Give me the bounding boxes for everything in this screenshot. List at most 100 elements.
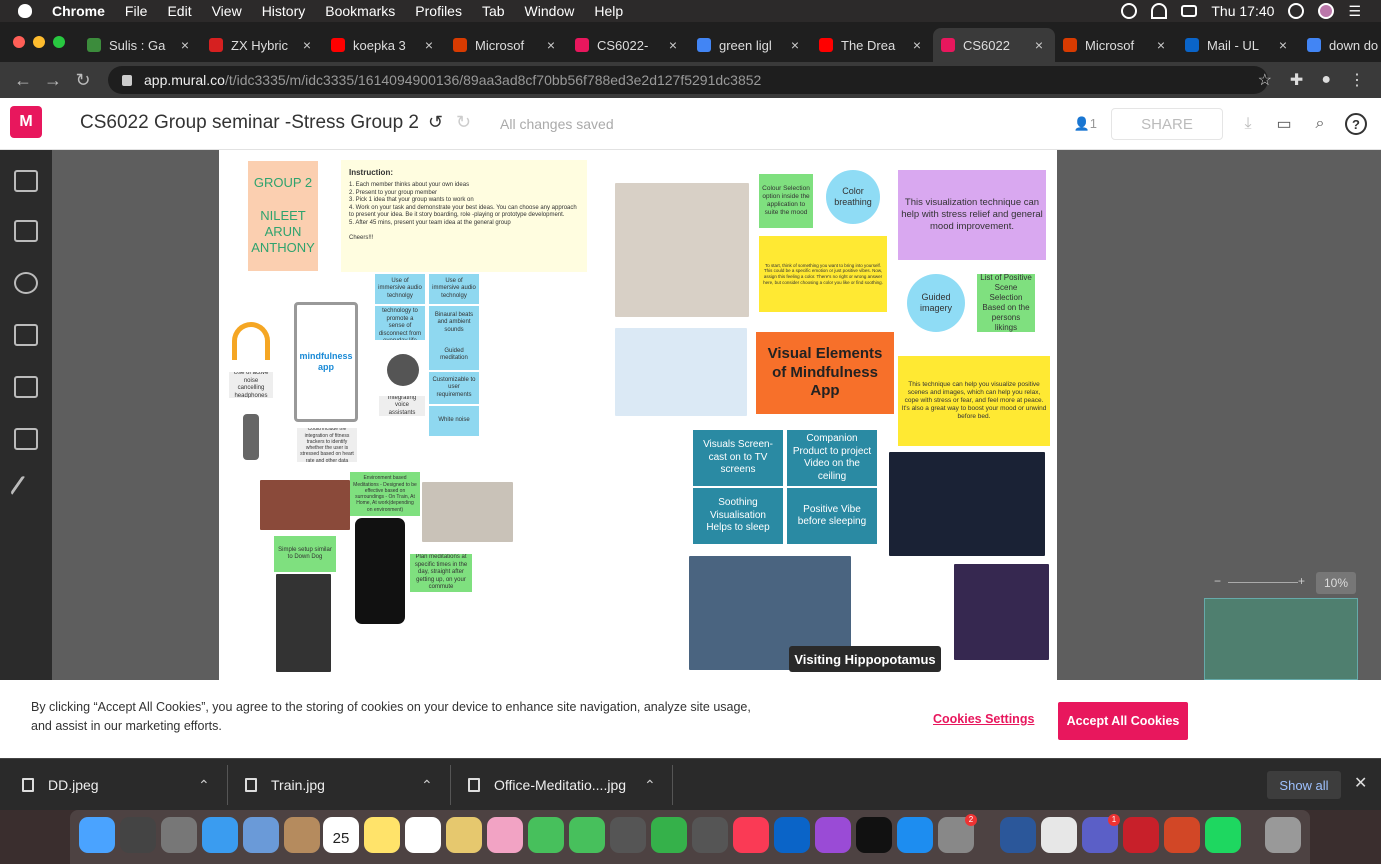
browser-tab[interactable]: CS6022- × <box>567 28 689 62</box>
collaborators-count[interactable]: 👤1 <box>1074 116 1097 132</box>
siri-app-icon[interactable] <box>120 817 156 853</box>
bookmark-star-icon[interactable]: ☆ <box>1258 70 1272 90</box>
browser-tab[interactable]: Mail - UL × <box>1177 28 1299 62</box>
frameworks-tool-icon[interactable] <box>14 324 38 346</box>
train-photo[interactable] <box>260 480 350 530</box>
minimap[interactable] <box>1204 598 1358 680</box>
file-upload-tool-icon[interactable] <box>14 428 38 450</box>
close-tab-icon[interactable]: × <box>421 37 437 53</box>
note-voice-assistants[interactable]: Integrating voice assistants <box>379 396 425 416</box>
address-bar[interactable]: app.mural.co/t/idc3335/m/idc3335/1614094… <box>108 66 1268 94</box>
lock-icon[interactable] <box>122 74 132 86</box>
download-icon[interactable]: ⤓ <box>1237 113 1259 135</box>
numbers-app-icon[interactable] <box>651 817 687 853</box>
download-item[interactable]: Office-Meditatio....jpg ⌃ <box>468 759 658 811</box>
iphone-mockup[interactable] <box>355 518 405 624</box>
sticky-note-tool-icon[interactable] <box>14 170 38 192</box>
notes-app-icon[interactable] <box>364 817 400 853</box>
browser-tab[interactable]: ZX Hybric × <box>201 28 323 62</box>
close-tab-icon[interactable]: × <box>1031 37 1047 53</box>
mural-title[interactable]: CS6022 Group seminar -Stress Group 2 <box>80 112 419 134</box>
note-white-noise[interactable]: White noise <box>429 406 479 436</box>
back-icon[interactable]: ← <box>8 70 38 91</box>
note-guided-meditation[interactable]: Guided meditation <box>429 340 479 370</box>
note-colour-selection[interactable]: Colour Selection option inside the appli… <box>759 174 813 228</box>
control-center-icon[interactable]: ☰ <box>1348 3 1361 20</box>
safari-app-icon[interactable] <box>202 817 238 853</box>
group-card[interactable]: GROUP 2 NILEET ARUN ANTHONY <box>248 161 318 271</box>
mail-app-icon[interactable] <box>243 817 279 853</box>
accept-all-cookies-button[interactable]: Accept All Cookies <box>1058 702 1188 740</box>
browser-tab[interactable]: Microsof × <box>445 28 567 62</box>
tv-screencast-image[interactable] <box>615 328 747 416</box>
filezilla-app-icon[interactable] <box>1123 817 1159 853</box>
browser-tab[interactable]: Sulis : Ga × <box>79 28 201 62</box>
note-visualization-technique[interactable]: This visualization technique can help wi… <box>898 170 1046 260</box>
note-soothing-visualisation[interactable]: Soothing Visualisation Helps to sleep <box>693 488 783 544</box>
menu-file[interactable]: File <box>125 3 148 19</box>
visual-elements-title[interactable]: Visual Elements of Mindfulness App <box>756 332 894 414</box>
spotlight-icon[interactable] <box>1288 3 1305 19</box>
close-window-icon[interactable] <box>13 36 25 48</box>
minimize-window-icon[interactable] <box>33 36 45 48</box>
unknown-app-icon[interactable] <box>610 817 646 853</box>
photos-app-icon[interactable] <box>487 817 523 853</box>
note-visualize-positive[interactable]: This technique can help you visualize po… <box>898 356 1050 446</box>
help-button[interactable]: ? <box>1345 113 1367 135</box>
close-tab-icon[interactable]: × <box>543 37 559 53</box>
zoom-window-icon[interactable] <box>53 36 65 48</box>
down-dog-screenshot[interactable] <box>276 574 331 672</box>
menu-view[interactable]: View <box>212 3 242 19</box>
contacts-app-icon[interactable] <box>284 817 320 853</box>
close-tab-icon[interactable]: × <box>1153 37 1169 53</box>
spotify-app-icon[interactable] <box>1205 817 1241 853</box>
browser-tab[interactable]: Microsof × <box>1055 28 1177 62</box>
note-active-noise[interactable]: Use of active noise cancelling headphone… <box>229 372 273 398</box>
note-immersive-audio-1[interactable]: Use of immersive audio technolgy <box>375 274 425 304</box>
app-store-app-icon[interactable] <box>897 817 933 853</box>
draw-tool-icon[interactable] <box>9 475 43 507</box>
menu-tab[interactable]: Tab <box>482 3 505 19</box>
menu-help[interactable]: Help <box>594 3 623 19</box>
powerpoint-app-icon[interactable] <box>1164 817 1200 853</box>
close-tab-icon[interactable]: × <box>299 37 315 53</box>
browser-tab-active[interactable]: CS6022 × <box>933 28 1055 62</box>
reload-icon[interactable]: ↻ <box>68 70 98 91</box>
forward-icon[interactable]: → <box>38 70 68 91</box>
menu-profiles[interactable]: Profiles <box>415 3 462 19</box>
mural-logo[interactable]: M <box>10 106 42 138</box>
starry-room-photo[interactable] <box>889 452 1045 556</box>
note-fitness-trackers[interactable]: Could include the integration of fitness… <box>297 428 357 462</box>
note-companion-product[interactable]: Companion Product to project Video on th… <box>787 430 877 486</box>
close-tab-icon[interactable]: × <box>177 37 193 53</box>
word-app-icon[interactable] <box>1000 817 1036 853</box>
creative-cloud-icon[interactable] <box>1121 3 1138 19</box>
board-area[interactable]: GROUP 2 NILEET ARUN ANTHONY Instruction:… <box>219 150 1057 680</box>
close-tab-icon[interactable]: × <box>1275 37 1291 53</box>
images-tool-icon[interactable] <box>14 376 38 398</box>
cookies-settings-link[interactable]: Cookies Settings <box>933 712 1034 726</box>
launchpad-app-icon[interactable] <box>161 817 197 853</box>
outlook-app-icon[interactable] <box>774 817 810 853</box>
music-app-icon[interactable] <box>733 817 769 853</box>
share-button[interactable]: SHARE <box>1111 108 1223 140</box>
wifi-icon[interactable] <box>1151 3 1168 19</box>
note-positive-scene[interactable]: List of Positive Scene Selection Based o… <box>977 274 1035 332</box>
facetime-app-icon[interactable] <box>569 817 605 853</box>
note-guided-imagery[interactable]: Guided imagery <box>907 274 965 332</box>
note-tv-screencast[interactable]: Visuals Screen-cast on to TV screens <box>693 430 783 486</box>
headphones-image[interactable] <box>232 322 270 360</box>
fitness-tracker-image[interactable] <box>243 414 259 460</box>
chevron-up-icon[interactable]: ⌃ <box>644 777 656 794</box>
extensions-icon[interactable]: ✚ <box>1290 70 1303 90</box>
messages-app-icon[interactable] <box>528 817 564 853</box>
menu-window[interactable]: Window <box>525 3 575 19</box>
note-simple-setup[interactable]: Simple setup similar to Down Dog <box>274 536 336 572</box>
menu-app-name[interactable]: Chrome <box>52 3 105 19</box>
note-environment-meditations[interactable]: Environment based Meditations - Designed… <box>350 472 420 516</box>
note-binaural[interactable]: Binaural beats and ambient sounds <box>429 306 479 340</box>
mindfulness-app-label[interactable]: mindfulness app <box>299 344 353 380</box>
unknown-app-icon[interactable] <box>692 817 728 853</box>
chrome-app-icon[interactable] <box>1041 817 1077 853</box>
office-meditation-photo[interactable] <box>422 482 513 542</box>
